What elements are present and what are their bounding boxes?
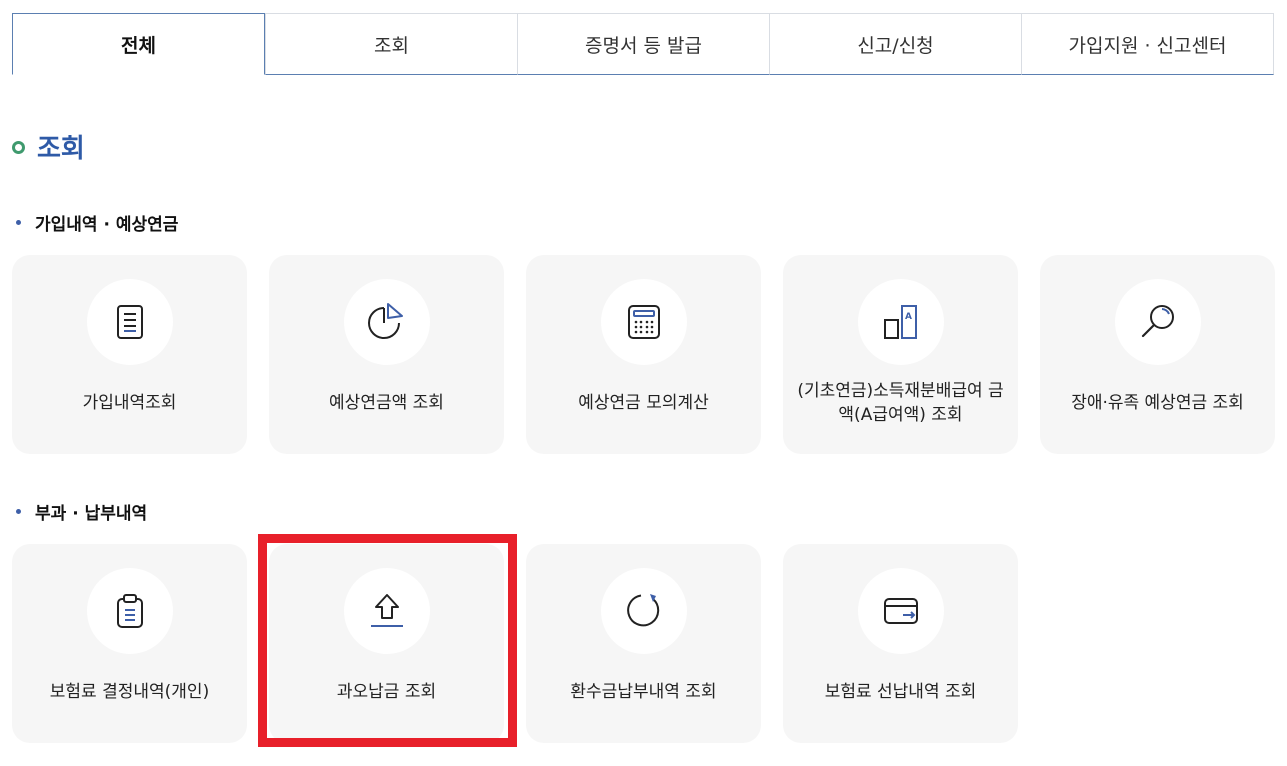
section-heading: 조회 [12, 128, 85, 165]
group-heading-enrollment: 가입내역 · 예상연금 [16, 210, 178, 235]
card-refund-payment-history[interactable]: 환수금납부내역 조회 [526, 544, 761, 743]
card-disability-survivor-pension[interactable]: 장애·유족 예상연금 조회 [1040, 255, 1275, 454]
card-expected-pension[interactable]: 예상연금액 조회 [269, 255, 504, 454]
ring-bullet-icon [12, 141, 25, 154]
tab-report-apply[interactable]: 신고/신청 [769, 13, 1021, 75]
icon-circle [600, 279, 687, 365]
card-label: 예상연금액 조회 [329, 393, 444, 413]
group-title: 가입내역 · 예상연금 [35, 215, 179, 235]
dot-bullet-icon [16, 220, 21, 225]
svg-text:A: A [905, 312, 912, 322]
card-overpayment-inquiry[interactable]: 과오납금 조회 [269, 544, 504, 743]
card-pension-simulation[interactable]: 예상연금 모의계산 [526, 255, 761, 454]
wallet-icon [883, 598, 918, 624]
icon-circle: A [857, 279, 944, 365]
a-value-icon: A [883, 305, 917, 339]
icon-circle [343, 568, 430, 654]
icon-circle [600, 568, 687, 654]
icon-circle [857, 568, 944, 654]
upload-arrow-icon [370, 594, 403, 627]
icon-circle [343, 279, 430, 365]
section-title: 조회 [37, 134, 85, 164]
card-label: 보험료 선납내역 조회 [824, 682, 977, 702]
card-label: 가입내역조회 [82, 393, 177, 413]
group-title: 부과 · 납부내역 [35, 504, 148, 524]
dot-bullet-icon [16, 509, 21, 514]
refresh-icon [626, 594, 659, 627]
tab-support-center[interactable]: 가입지원 · 신고센터 [1021, 13, 1274, 75]
card-enrollment-history[interactable]: 가입내역조회 [12, 255, 247, 454]
card-label: 환수금납부내역 조회 [570, 682, 717, 702]
tab-inquiry[interactable]: 조회 [265, 13, 517, 75]
card-label: 보험료 결정내역(개인) [49, 682, 210, 702]
icon-circle [86, 568, 173, 654]
icon-circle [86, 279, 173, 365]
card-label: (기초연금)소득재분배급여 금액(A급여액) 조회 [797, 381, 1004, 425]
pie-chart-icon [367, 303, 403, 339]
document-icon [116, 305, 143, 339]
card-label: 과오납금 조회 [336, 682, 437, 702]
card-premium-decision[interactable]: 보험료 결정내역(개인) [12, 544, 247, 743]
icon-circle [1114, 279, 1201, 365]
card-label: 장애·유족 예상연금 조회 [1071, 393, 1244, 413]
group-heading-billing: 부과 · 납부내역 [16, 499, 147, 524]
tab-certificate[interactable]: 증명서 등 발급 [517, 13, 769, 75]
category-tabs: 전체 조회 증명서 등 발급 신고/신청 가입지원 · 신고센터 [12, 13, 1274, 75]
card-basic-pension-a-value[interactable]: A (기초연금)소득재분배급여 금액(A급여액) 조회 [783, 255, 1018, 454]
clipboard-icon [116, 594, 143, 628]
magnifier-icon [1141, 305, 1174, 338]
calculator-icon [627, 305, 660, 339]
card-label: 예상연금 모의계산 [578, 393, 709, 413]
tab-all[interactable]: 전체 [12, 13, 265, 75]
card-premium-prepayment[interactable]: 보험료 선납내역 조회 [783, 544, 1018, 743]
